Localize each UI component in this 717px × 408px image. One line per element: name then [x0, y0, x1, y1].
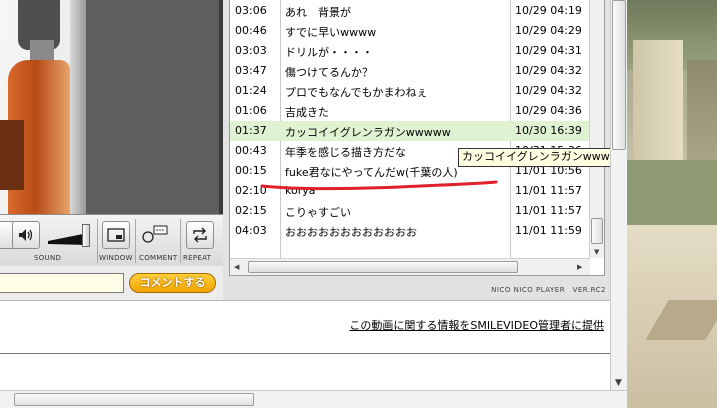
volume-slider[interactable]: [46, 223, 96, 249]
comment-date: 10/29 04:29: [515, 24, 582, 37]
red-underline-annotation: [260, 180, 498, 191]
comment-form: コメントする: [0, 266, 223, 300]
wallpaper-hedge: [627, 160, 717, 230]
comment-list-hscroll-thumb[interactable]: [248, 261, 518, 273]
comment-date: 11/01 11:59: [515, 224, 582, 237]
comment-text: プロでもなんでもかまわねぇ: [285, 86, 428, 99]
comment-time: 03:03: [235, 44, 267, 57]
comment-row[interactable]: 01:37 カッコイイグレンラガンwwwww 10/30 16:39: [230, 121, 590, 141]
comment-row[interactable]: 04:03 おおおおおおおおおおおお 11/01 11:59: [230, 221, 590, 241]
video-edge: [70, 0, 86, 214]
comment-text: あれ 背景が: [285, 6, 351, 19]
comment-date: 11/01 11:57: [515, 184, 582, 197]
page-divider: [0, 353, 610, 354]
wallpaper-building: [633, 40, 683, 160]
speaker-icon: [19, 229, 33, 241]
window-icon: [107, 228, 125, 242]
comment-time: 00:43: [235, 144, 267, 157]
comment-time: 03:06: [235, 4, 267, 17]
comment-time: 01:24: [235, 84, 267, 97]
comment-date: 10/29 04:31: [515, 44, 582, 57]
desktop-wallpaper: [627, 0, 717, 408]
page-hscrollbar[interactable]: [0, 390, 627, 408]
scroll-down-arrow-icon[interactable]: ▼: [594, 248, 599, 256]
page-vscroll-thumb[interactable]: [612, 0, 626, 150]
comment-date: 10/29 04:32: [515, 84, 582, 97]
repeat-label: REPEAT: [183, 254, 212, 262]
control-separator: [180, 219, 181, 263]
page-hscroll-thumb[interactable]: [14, 393, 254, 406]
comment-row[interactable]: 03:47 傷つけてるんか？ 10/29 04:32: [230, 61, 590, 81]
player-control-bar: SOUND WINDOW COMMENT REPEAT: [0, 214, 223, 267]
video-figure-shadow: [0, 120, 24, 190]
comment-row[interactable]: 03:06 あれ 背景が 10/29 04:19: [230, 1, 590, 21]
comment-date: 10/29 04:32: [515, 64, 582, 77]
report-info-link[interactable]: この動画に関する情報をSMILEVIDEO管理者に提供: [349, 317, 604, 333]
comment-text: すでに早いwwww: [285, 26, 377, 39]
comment-bubble-icon: [142, 225, 168, 243]
page-vscrollbar[interactable]: ▼: [610, 0, 627, 392]
comment-time: 01:06: [235, 104, 267, 117]
window-label: WINDOW: [99, 254, 133, 262]
comment-list-vscroll-thumb[interactable]: [591, 218, 603, 244]
comment-time: 01:37: [235, 124, 267, 137]
comment-date: 11/01 11:57: [515, 204, 582, 217]
comment-row[interactable]: 00:46 すでに早いwwww 10/29 04:29: [230, 21, 590, 41]
comment-time: 02:15: [235, 204, 267, 217]
scroll-left-arrow-icon[interactable]: ◀: [234, 263, 239, 271]
comment-time: 04:03: [235, 224, 267, 237]
comment-time: 00:15: [235, 164, 267, 177]
video-frame[interactable]: [0, 0, 219, 214]
window-button[interactable]: [102, 221, 130, 249]
comment-time: 00:46: [235, 24, 267, 37]
sound-label: SOUND: [34, 254, 62, 262]
comment-date: 10/29 04:36: [515, 104, 582, 117]
comment-row[interactable]: 02:15 こりゃすごい 11/01 11:57: [230, 201, 590, 221]
comment-date: 10/30 16:39: [515, 124, 582, 137]
comment-label: COMMENT: [139, 254, 178, 262]
comment-text: こりゃすごい: [285, 206, 351, 219]
comment-text: 吉成きた: [285, 106, 329, 119]
repeat-button[interactable]: [186, 221, 214, 249]
comment-time: 03:47: [235, 64, 267, 77]
comment-date: 10/29 04:19: [515, 4, 582, 17]
scroll-right-arrow-icon[interactable]: ▶: [577, 263, 582, 271]
video-letterbox: [86, 0, 219, 214]
comment-list: 03:06 あれ 背景が 10/29 04:19 00:46 すでに早いwwww 10/2…: [229, 0, 605, 276]
comment-row[interactable]: 01:06 吉成きた 10/29 04:36: [230, 101, 590, 121]
sound-button[interactable]: [12, 221, 40, 249]
comment-text: ドリルが・・・・: [285, 46, 373, 59]
control-separator: [97, 219, 98, 263]
player-version: NICO NICO PLAYER VER.RC2: [491, 286, 606, 294]
comment-text: カッコイイグレンラガンwwwww: [285, 126, 451, 139]
repeat-icon: [193, 227, 207, 243]
comment-text: 傷つけてるんか？: [285, 66, 373, 79]
page-content: この動画に関する情報をSMILEVIDEO管理者に提供: [0, 300, 610, 391]
comment-row[interactable]: 03:03 ドリルが・・・・ 10/29 04:31: [230, 41, 590, 61]
comment-row[interactable]: 01:24 プロでもなんでもかまわねぇ 10/29 04:32: [230, 81, 590, 101]
comment-text: おおおおおおおおおおおお: [285, 226, 417, 239]
comment-input[interactable]: [0, 273, 124, 293]
comment-toggle-button[interactable]: [140, 221, 168, 249]
comment-list-hscrollbar[interactable]: ◀ ▶: [230, 258, 590, 275]
comment-tooltip: カッコイイグレンラガンwwwww: [458, 148, 632, 167]
control-separator: [135, 219, 136, 263]
volume-slider-knob[interactable]: [82, 224, 90, 247]
comment-list-vscrollbar[interactable]: ▼: [589, 0, 604, 258]
comment-submit-button[interactable]: コメントする: [129, 273, 216, 293]
comment-text: 年季を感じる描き方だな: [285, 146, 406, 159]
page-scroll-down-arrow-icon[interactable]: ▼: [615, 378, 622, 388]
